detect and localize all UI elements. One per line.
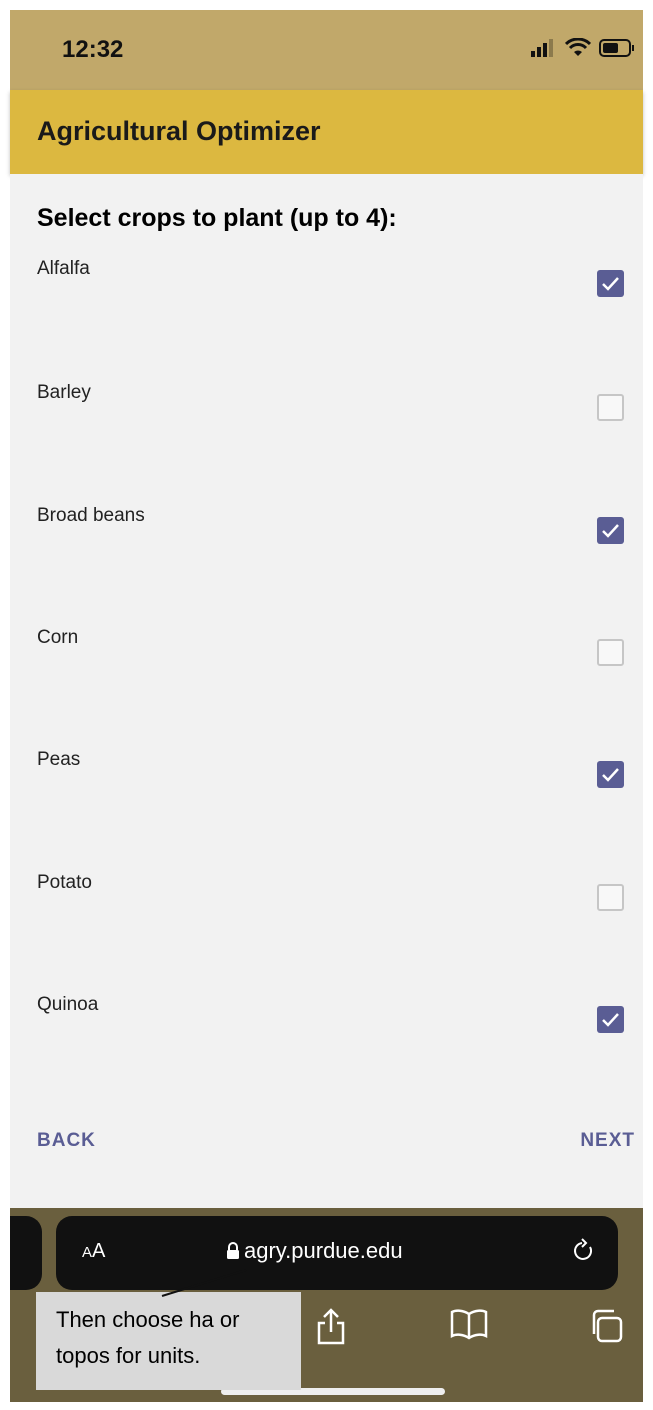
crop-label: Alfalfa xyxy=(37,258,90,279)
crop-label: Barley xyxy=(37,382,91,403)
battery-icon xyxy=(599,39,634,57)
checkmark-icon xyxy=(602,768,619,782)
crop-checkbox[interactable] xyxy=(597,1006,624,1033)
tooltip-pointer-line xyxy=(161,1269,247,1297)
aa-large-label: A xyxy=(92,1240,106,1262)
crop-checkbox[interactable] xyxy=(597,517,624,544)
bookmarks-icon[interactable] xyxy=(450,1308,488,1340)
crop-label: Peas xyxy=(37,749,81,770)
crop-row-peas[interactable]: Peas xyxy=(10,749,643,849)
share-icon[interactable] xyxy=(315,1308,347,1346)
checkmark-icon xyxy=(602,524,619,538)
app-bar: Agricultural Optimizer xyxy=(10,90,643,174)
crop-row-barley[interactable]: Barley xyxy=(10,382,643,482)
crop-label: Broad beans xyxy=(37,505,145,526)
aa-small-label: A xyxy=(82,1244,93,1261)
wifi-icon xyxy=(565,38,591,56)
back-button[interactable]: BACK xyxy=(37,1130,96,1152)
crop-checkbox[interactable] xyxy=(597,394,624,421)
status-icons xyxy=(531,38,635,58)
app-title: Agricultural Optimizer xyxy=(37,116,321,146)
tabs-icon[interactable] xyxy=(588,1308,624,1344)
crop-label: Quinoa xyxy=(37,994,99,1015)
crop-selection-panel: Select crops to plant (up to 4): Alfalfa… xyxy=(10,174,643,1208)
previous-tab-preview[interactable] xyxy=(10,1216,42,1290)
tooltip-line-2: topos for units. xyxy=(56,1343,201,1368)
reader-options-button[interactable]: AA xyxy=(82,1240,105,1263)
lock-icon xyxy=(227,1242,239,1259)
crop-row-potato[interactable]: Potato xyxy=(10,872,643,972)
crop-row-corn[interactable]: Corn xyxy=(10,627,643,727)
status-time: 12:32 xyxy=(62,36,124,63)
page-heading: Select crops to plant (up to 4): xyxy=(37,204,397,232)
crop-row-quinoa[interactable]: Quinoa xyxy=(10,994,643,1094)
crop-checkbox[interactable] xyxy=(597,639,624,666)
crop-label: Corn xyxy=(37,627,79,648)
next-button[interactable]: NEXT xyxy=(580,1130,635,1152)
crop-checkbox[interactable] xyxy=(597,761,624,788)
crop-row-broad-beans[interactable]: Broad beans xyxy=(10,505,643,605)
url-display[interactable]: agry.purdue.edu xyxy=(226,1238,403,1264)
url-text: agry.purdue.edu xyxy=(244,1238,403,1263)
tooltip-line-1: Then choose ha or xyxy=(56,1307,240,1332)
crop-label: Potato xyxy=(37,872,92,893)
checkmark-icon xyxy=(602,277,619,291)
reload-icon[interactable] xyxy=(572,1238,596,1264)
checkmark-icon xyxy=(602,1013,619,1027)
crop-row-alfalfa[interactable]: Alfalfa xyxy=(10,258,643,358)
status-bar: 12:32 xyxy=(10,10,643,90)
signal-icon xyxy=(531,39,553,57)
crop-checkbox[interactable] xyxy=(597,270,624,297)
url-bar[interactable]: AA agry.purdue.edu xyxy=(56,1216,618,1290)
instruction-tooltip: Then choose ha or topos for units. xyxy=(36,1292,301,1390)
crop-checkbox[interactable] xyxy=(597,884,624,911)
